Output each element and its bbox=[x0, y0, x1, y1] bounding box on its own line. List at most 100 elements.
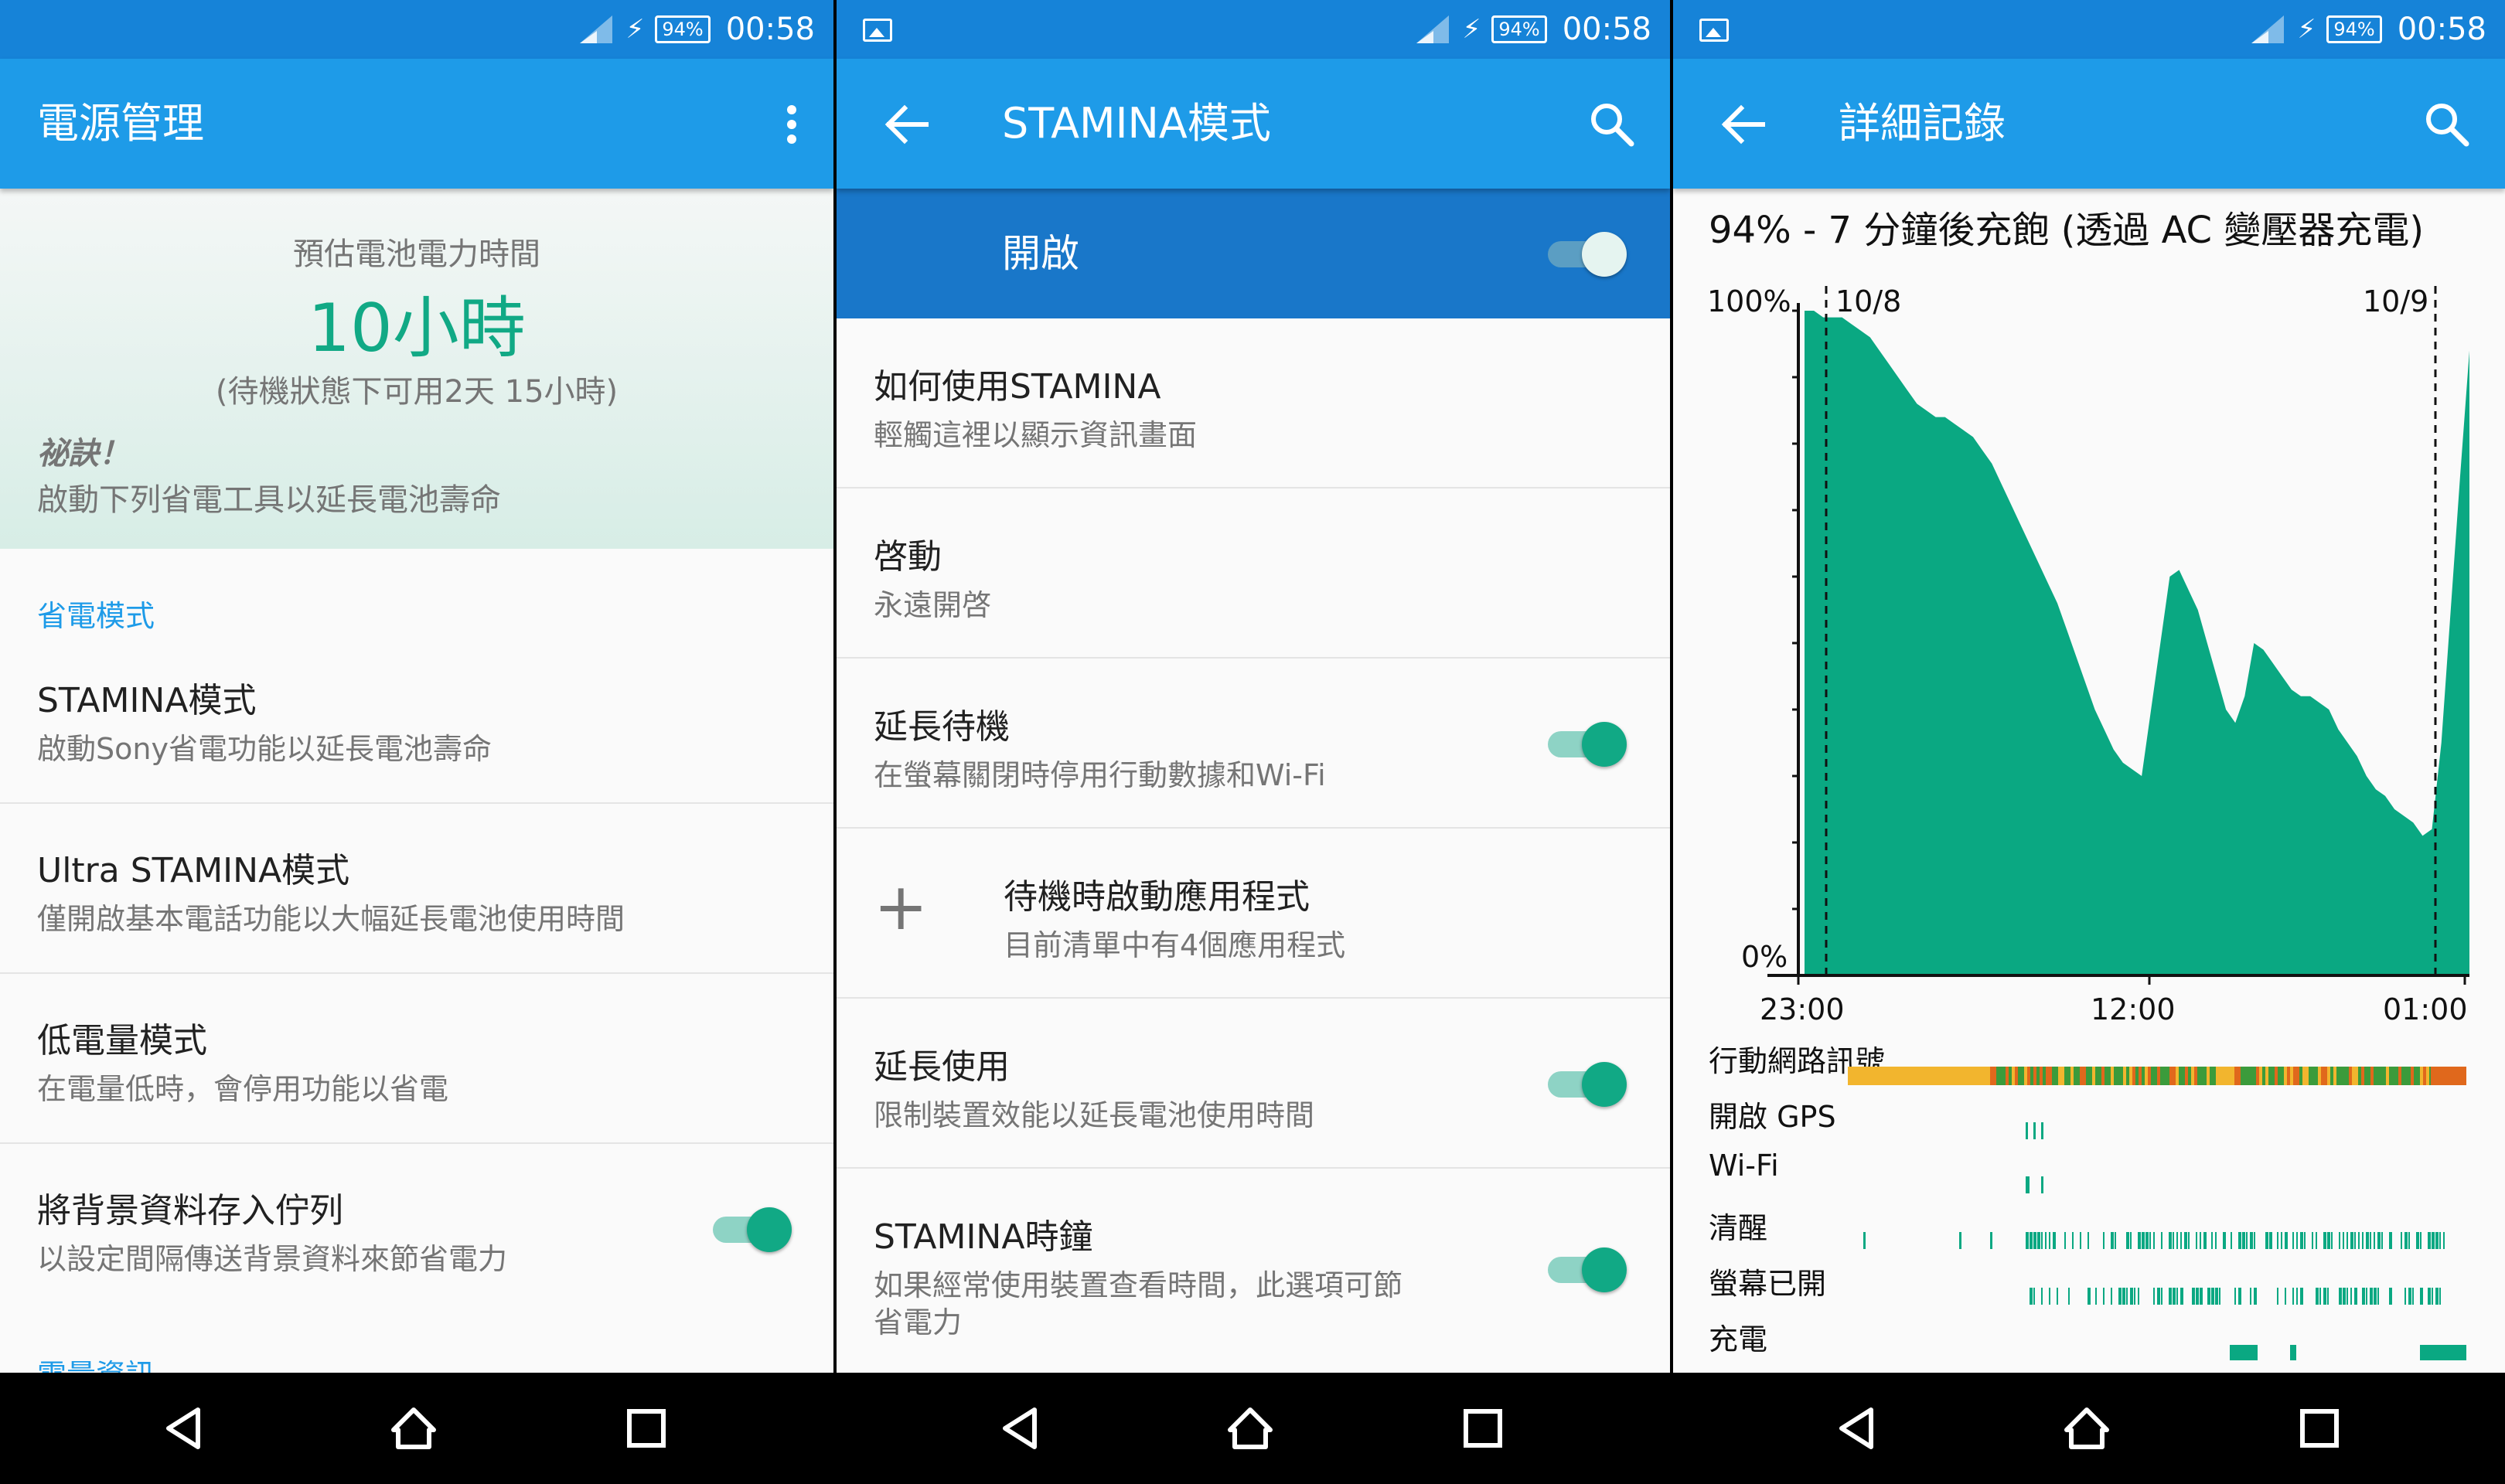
overflow-menu-icon[interactable] bbox=[784, 102, 799, 148]
home-icon[interactable] bbox=[1227, 1405, 1273, 1452]
signal-segment bbox=[2272, 1067, 2275, 1085]
awake-mark bbox=[2435, 1232, 2439, 1249]
list-item-standby-apps[interactable]: + 待機時啟動應用程式 目前清單中有4個應用程式 bbox=[837, 829, 1670, 999]
screen-on-mark bbox=[2169, 1288, 2172, 1305]
home-icon[interactable] bbox=[2064, 1405, 2110, 1452]
awake-mark bbox=[2408, 1232, 2410, 1249]
awake-mark bbox=[2358, 1232, 2360, 1249]
signal-segment bbox=[2247, 1067, 2250, 1085]
awake-mark bbox=[2203, 1232, 2207, 1249]
back-icon[interactable] bbox=[1834, 1405, 1880, 1452]
signal-segment bbox=[2306, 1067, 2309, 1085]
signal-segment bbox=[2142, 1067, 2145, 1085]
screen-on-mark bbox=[2374, 1288, 2377, 1305]
awake-mark bbox=[2142, 1232, 2145, 1249]
signal-segment bbox=[2256, 1067, 2259, 1085]
signal-segment bbox=[2231, 1067, 2234, 1085]
search-icon[interactable] bbox=[1588, 100, 1634, 147]
signal-segment bbox=[2092, 1067, 2095, 1085]
battery-estimate-card: 預估電池電力時間 10小時 (待機狀態下可用2天 15小時) 祕訣！ 啟動下列省… bbox=[0, 189, 833, 549]
list-item-extended-standby[interactable]: 延長待機 在螢幕關閉時停用行動數據和Wi-Fi bbox=[837, 659, 1670, 829]
recent-apps-icon[interactable] bbox=[1460, 1405, 1506, 1452]
list-item-stamina-clock[interactable]: STAMINA時鐘 如果經常使用裝置查看時間，此選項可節 省電力 bbox=[837, 1169, 1670, 1373]
list-item-stamina-mode[interactable]: STAMINA模式 啟動Sony省電功能以延長電池壽命 bbox=[0, 634, 833, 804]
screen-on-mark bbox=[2412, 1288, 2414, 1305]
signal-segment bbox=[2123, 1067, 2126, 1085]
back-icon[interactable] bbox=[997, 1405, 1044, 1452]
queue-background-data-toggle[interactable] bbox=[708, 1201, 793, 1255]
signal-segment bbox=[2169, 1067, 2173, 1085]
list-item-extended-use[interactable]: 延長使用 限制裝置效能以延長電池使用時間 bbox=[837, 999, 1670, 1169]
back-arrow-icon[interactable] bbox=[1716, 97, 1771, 151]
page-title: 詳細記錄 bbox=[1839, 99, 2006, 148]
screen-on-mark bbox=[2316, 1288, 2319, 1305]
awake-mark bbox=[2045, 1232, 2047, 1249]
master-switch-toggle[interactable] bbox=[1543, 226, 1628, 280]
item-subtitle: 限制裝置效能以延長電池使用時間 bbox=[874, 1098, 1315, 1132]
signal-segment bbox=[2287, 1067, 2290, 1085]
item-title: 如何使用STAMINA bbox=[874, 367, 1161, 407]
signal-segment bbox=[2241, 1067, 2244, 1085]
recent-apps-icon[interactable] bbox=[623, 1405, 670, 1452]
screen-on-mark bbox=[2192, 1288, 2195, 1305]
screen-on-mark bbox=[2435, 1288, 2439, 1305]
signal-segment bbox=[2052, 1067, 2055, 1085]
signal-segment bbox=[2200, 1067, 2203, 1085]
item-subtitle: 永遠開啓 bbox=[874, 588, 992, 622]
signal-segment bbox=[2151, 1067, 2154, 1085]
back-arrow-icon[interactable] bbox=[880, 97, 934, 151]
signal-segment bbox=[2395, 1067, 2398, 1085]
gps-mark bbox=[2033, 1122, 2036, 1139]
screen-on-mark bbox=[2161, 1288, 2162, 1305]
awake-mark bbox=[2030, 1232, 2033, 1249]
awake-mark bbox=[2377, 1232, 2381, 1249]
signal-segment bbox=[2404, 1067, 2408, 1085]
screen-on-mark bbox=[2173, 1288, 2176, 1305]
awake-mark bbox=[2026, 1232, 2029, 1249]
awake-mark bbox=[2420, 1232, 2422, 1249]
list-item-how-to-use[interactable]: 如何使用STAMINA 輕觸這裡以顯示資訊畫面 bbox=[837, 318, 1670, 488]
screen-on-mark bbox=[2211, 1288, 2214, 1305]
screen-on-mark bbox=[2439, 1288, 2441, 1305]
awake-mark bbox=[2281, 1232, 2282, 1249]
item-title: 將背景資料存入佇列 bbox=[37, 1191, 343, 1230]
extended-standby-toggle[interactable] bbox=[1543, 716, 1628, 770]
item-subtitle: 目前清單中有4個應用程式 bbox=[1004, 928, 1346, 962]
signal-segment bbox=[2352, 1067, 2355, 1085]
list-item-activation[interactable]: 啓動 永遠開啓 bbox=[837, 488, 1670, 659]
screen-on-mark bbox=[2327, 1288, 2329, 1305]
stamina-clock-toggle[interactable] bbox=[1543, 1241, 1628, 1295]
awake-mark bbox=[2184, 1232, 2187, 1249]
awake-mark bbox=[2246, 1232, 2248, 1249]
back-icon[interactable] bbox=[161, 1405, 207, 1452]
home-icon[interactable] bbox=[390, 1405, 437, 1452]
list-item-queue-background-data[interactable]: 將背景資料存入佇列 以設定間隔傳送背景資料來節省電力 bbox=[0, 1144, 833, 1314]
signal-segment bbox=[2250, 1067, 2253, 1085]
screen-on-mark bbox=[2176, 1288, 2178, 1305]
awake-mark bbox=[2223, 1232, 2226, 1249]
tip-text: 啟動下列省電工具以延長電池壽命 bbox=[37, 482, 501, 518]
master-switch-bar[interactable]: 開啟 bbox=[837, 189, 1670, 318]
signal-segment bbox=[2074, 1067, 2077, 1085]
awake-mark bbox=[2176, 1232, 2178, 1249]
list-item-ultra-stamina[interactable]: Ultra STAMINA模式 僅開啟基本電話功能以大幅延長電池使用時間 bbox=[0, 804, 833, 974]
item-title: 延長使用 bbox=[874, 1047, 1010, 1087]
signal-segment bbox=[2086, 1067, 2089, 1085]
signal-segment bbox=[2135, 1067, 2139, 1085]
awake-mark bbox=[2312, 1232, 2313, 1249]
list-item-low-battery-mode[interactable]: 低電量模式 在電量低時，會停用功能以省電 bbox=[0, 974, 833, 1144]
signal-segment bbox=[2278, 1067, 2281, 1085]
screen-on-mark bbox=[2420, 1288, 2423, 1305]
awake-mark bbox=[2265, 1232, 2268, 1249]
search-icon[interactable] bbox=[2423, 100, 2469, 147]
signal-segment bbox=[2431, 1067, 2466, 1085]
signal-segment bbox=[2318, 1067, 2321, 1085]
item-title: Ultra STAMINA模式 bbox=[37, 851, 350, 890]
signal-segment bbox=[2185, 1067, 2188, 1085]
recent-apps-icon[interactable] bbox=[2296, 1405, 2343, 1452]
awake-mark bbox=[2354, 1232, 2356, 1249]
item-subtitle: 在電量低時，會停用功能以省電 bbox=[37, 1072, 449, 1106]
extended-use-toggle[interactable] bbox=[1543, 1056, 1628, 1110]
screen-on-mark bbox=[2300, 1288, 2303, 1305]
signal-segment bbox=[2290, 1067, 2293, 1085]
